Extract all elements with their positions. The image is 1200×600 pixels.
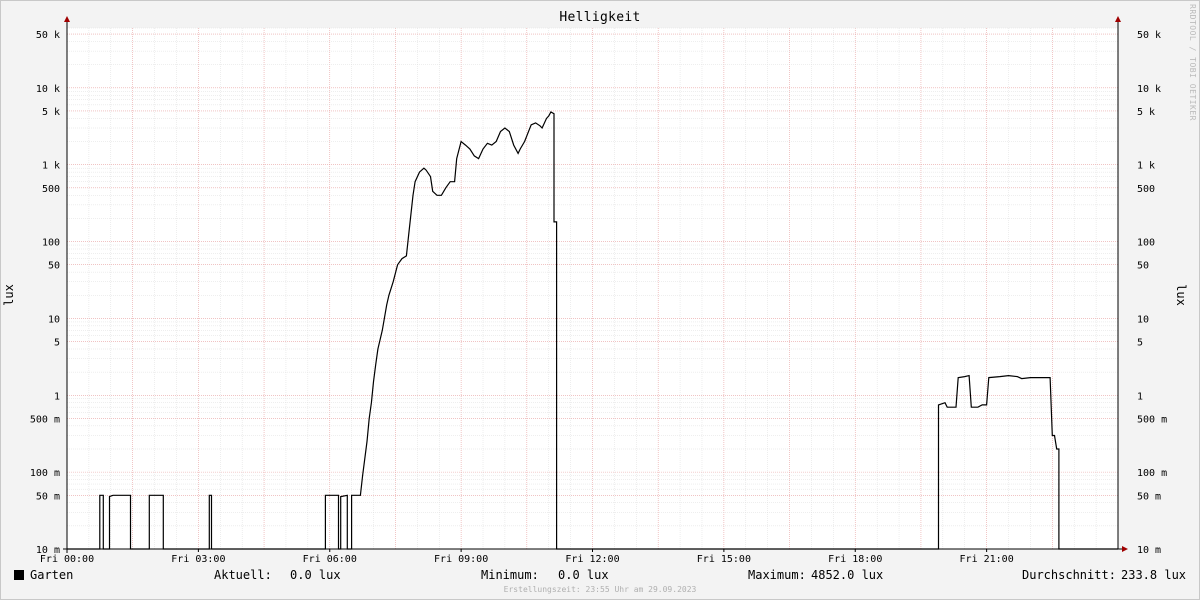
y-tick-label-right: 1 xyxy=(1137,391,1143,402)
legend-min-value: 0.0 lux xyxy=(558,568,609,582)
y-tick-label-right: 100 m xyxy=(1137,468,1167,479)
x-tick-label: Fri 18:00 xyxy=(828,554,882,565)
x-tick-label: Fri 03:00 xyxy=(171,554,225,565)
y-tick-label-left: 50 k xyxy=(36,30,60,41)
legend-max-label: Maximum: xyxy=(748,568,806,582)
x-axis-arrow xyxy=(1122,546,1128,552)
x-tick-label: Fri 06:00 xyxy=(303,554,357,565)
x-tick-label: Fri 09:00 xyxy=(434,554,488,565)
y-tick-label-left: 100 m xyxy=(30,468,60,479)
footer-timestamp: Erstellungszeit: 23:55 Uhr am 29.09.2023 xyxy=(503,585,697,594)
y-tick-label-left: 1 k xyxy=(42,161,60,172)
y-tick-label-left: 10 k xyxy=(36,84,60,95)
y-tick-label-right: 10 k xyxy=(1137,84,1161,95)
y-tick-label-right: 50 k xyxy=(1137,30,1161,41)
x-tick-label: Fri 15:00 xyxy=(697,554,751,565)
y-tick-label-right: 10 xyxy=(1137,314,1149,325)
legend-current-label: Aktuell: xyxy=(214,568,272,582)
y-axis-arrow-right xyxy=(1115,16,1121,22)
legend-max-value: 4852.0 lux xyxy=(811,568,884,582)
y-tick-label-right: 10 m xyxy=(1137,545,1161,556)
legend-current-value: 0.0 lux xyxy=(290,568,341,582)
y-tick-label-right: 50 m xyxy=(1137,491,1161,502)
legend-avg-label: Durchschnitt: xyxy=(1022,568,1116,582)
y-tick-label-left: 10 xyxy=(48,314,60,325)
y-tick-label-right: 5 xyxy=(1137,338,1143,349)
y-axis-arrow-left xyxy=(64,16,70,22)
y-tick-label-left: 1 xyxy=(54,391,60,402)
legend-min-label: Minimum: xyxy=(481,568,539,582)
legend-swatch xyxy=(14,570,24,580)
y-tick-label-left: 50 xyxy=(48,261,60,272)
x-tick-label: Fri 12:00 xyxy=(565,554,619,565)
y-tick-label-left: 100 xyxy=(42,238,60,249)
y-tick-label-right: 500 m xyxy=(1137,414,1167,425)
legend-avg-value: 233.8 lux xyxy=(1121,568,1187,582)
chart-canvas: 10 m 10 m50 m 50 m100 m 100 m500 m 500 m1 15 5… xyxy=(30,16,1167,565)
legend-series-name: Garten xyxy=(30,568,74,582)
y-tick-label-left: 500 xyxy=(42,184,60,195)
y-tick-label-left: 5 k xyxy=(42,107,60,118)
y-tick-label-right: 1 k xyxy=(1137,161,1155,172)
y-tick-label-left: 50 m xyxy=(36,491,60,502)
x-tick-label: Fri 21:00 xyxy=(960,554,1014,565)
y-tick-label-right: 500 xyxy=(1137,184,1155,195)
y-tick-label-right: 5 k xyxy=(1137,107,1155,118)
x-tick-label: Fri 00:00 xyxy=(40,554,94,565)
y-tick-label-right: 50 xyxy=(1137,261,1149,272)
y-tick-label-left: 5 xyxy=(54,338,60,349)
y-tick-label-right: 100 xyxy=(1137,238,1155,249)
y-tick-label-left: 500 m xyxy=(30,414,60,425)
